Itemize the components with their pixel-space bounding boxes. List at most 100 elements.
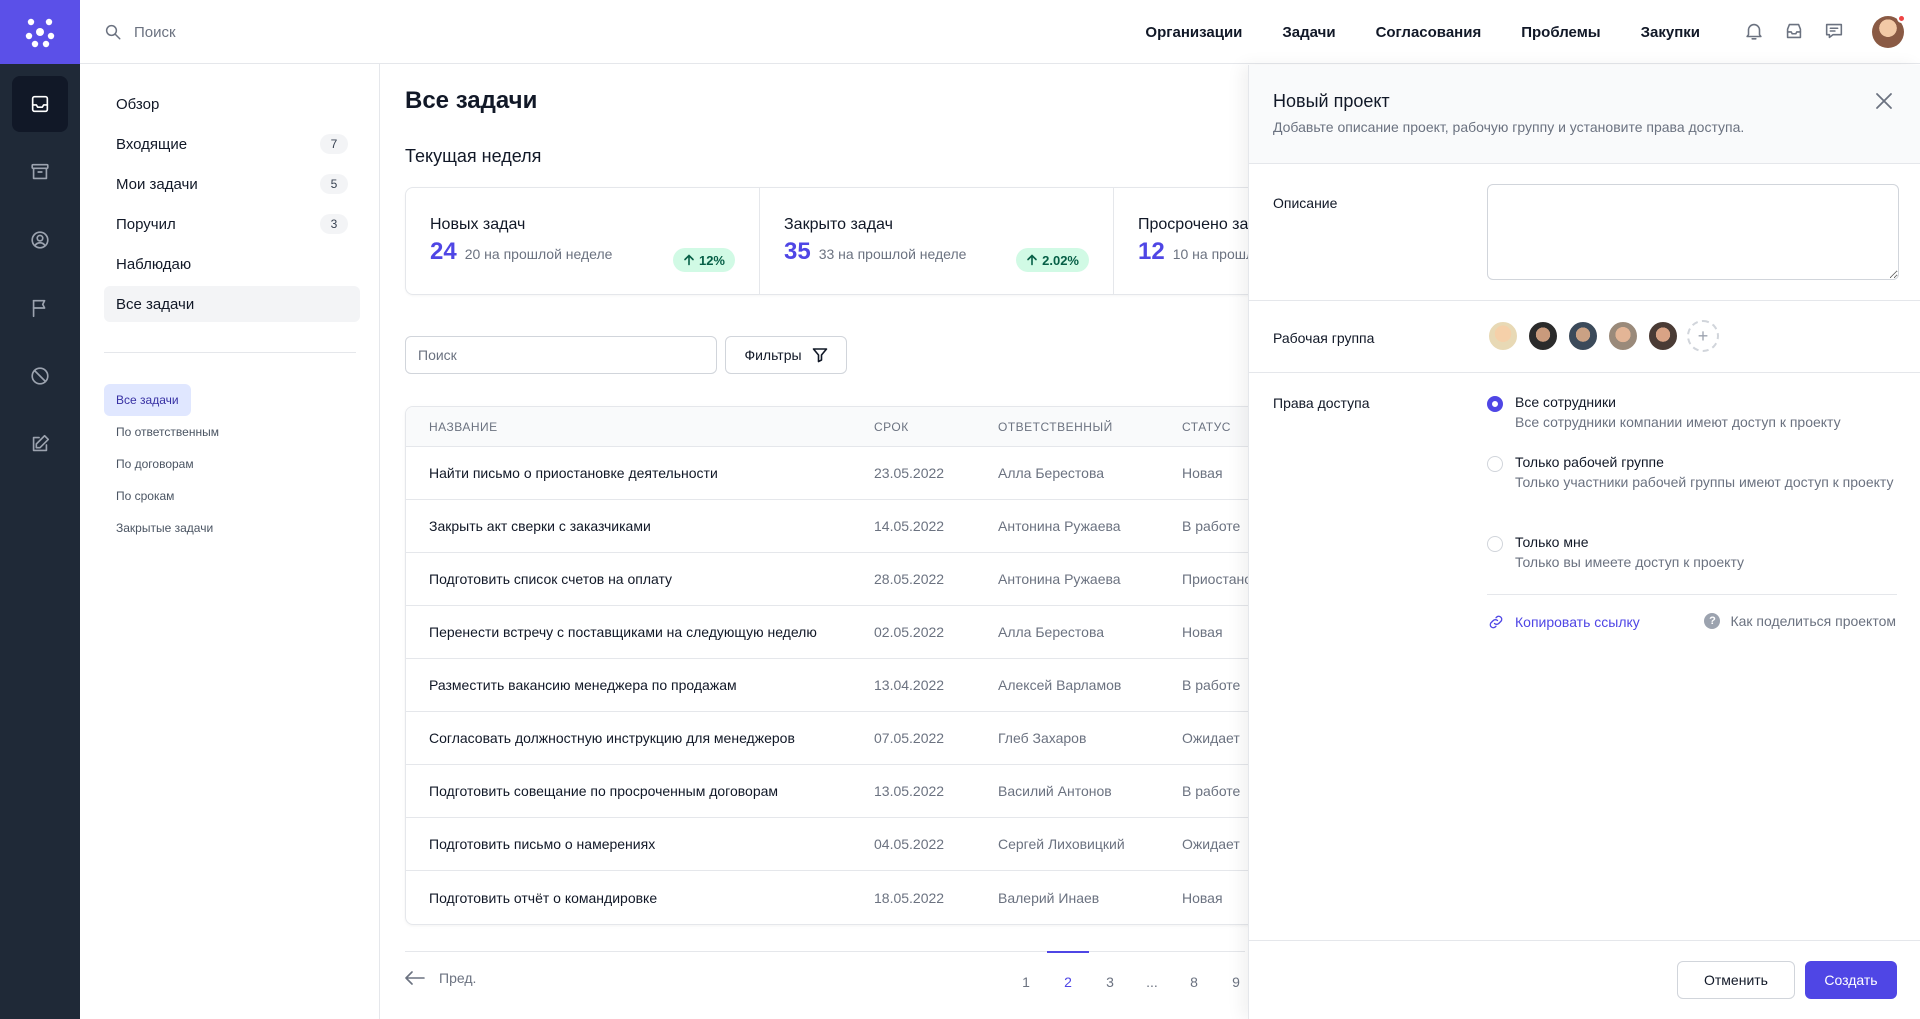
top-icons bbox=[1743, 20, 1845, 42]
question-icon: ? bbox=[1704, 613, 1721, 629]
access-option-me[interactable]: Только мне Только вы имеете доступ к про… bbox=[1487, 534, 1895, 572]
task-deadline: 18.05.2022 bbox=[874, 889, 945, 906]
nav-approvals[interactable]: Согласования bbox=[1376, 24, 1482, 41]
table-row[interactable]: Найти письмо о приостановке деятельности… bbox=[406, 447, 1304, 500]
sidebar-item-label: Мои задачи bbox=[116, 175, 198, 193]
table-row[interactable]: Перенести встречу с поставщиками на след… bbox=[406, 606, 1304, 659]
filter-by-deadline[interactable]: По срокам bbox=[104, 480, 186, 512]
create-button[interactable]: Создать bbox=[1805, 961, 1897, 999]
stats-panel: Новых задач 24 20 на прошлой неделе 12% … bbox=[405, 187, 1305, 295]
filter-by-contracts[interactable]: По договорам bbox=[104, 448, 206, 480]
task-deadline: 14.05.2022 bbox=[874, 518, 945, 534]
stat-change-badge: 2.02% bbox=[1016, 248, 1089, 272]
cancel-button[interactable]: Отменить bbox=[1677, 961, 1795, 999]
sidebar-divider bbox=[104, 352, 356, 353]
inbox-icon bbox=[31, 95, 49, 113]
chat-icon[interactable] bbox=[1823, 20, 1845, 42]
table-row[interactable]: Закрыть акт сверки с заказчиками 14.05.2… bbox=[406, 500, 1304, 553]
column-header-name[interactable]: НАЗВАНИЕ bbox=[406, 420, 874, 434]
filter-all-tasks[interactable]: Все задачи bbox=[104, 384, 191, 416]
table-row[interactable]: Подготовить отчёт о командировке 18.05.2… bbox=[406, 871, 1304, 924]
table-row[interactable]: Подготовить список счетов на оплату 28.0… bbox=[406, 553, 1304, 606]
avatar[interactable] bbox=[1487, 320, 1519, 352]
avatar[interactable] bbox=[1607, 320, 1639, 352]
task-deadline: 13.04.2022 bbox=[874, 677, 945, 693]
copy-link-button[interactable]: Копировать ссылку bbox=[1487, 613, 1640, 631]
sidebar-item-incoming[interactable]: Входящие 7 bbox=[104, 126, 360, 162]
task-deadline: 23.05.2022 bbox=[874, 465, 945, 481]
filter-by-responsible[interactable]: По ответственным bbox=[104, 416, 231, 448]
link-icon bbox=[1489, 615, 1503, 629]
add-member-button[interactable]: + bbox=[1687, 320, 1719, 352]
task-name: Подготовить письмо о намерениях bbox=[429, 836, 656, 852]
rail-archive-button[interactable] bbox=[12, 144, 68, 200]
bell-icon[interactable] bbox=[1743, 20, 1765, 42]
nav-tasks[interactable]: Задачи bbox=[1282, 24, 1335, 41]
page-8[interactable]: 8 bbox=[1173, 952, 1215, 1002]
page-1[interactable]: 1 bbox=[1005, 952, 1047, 1002]
task-name: Согласовать должностную инструкцию для м… bbox=[429, 730, 795, 746]
task-name: Перенести встречу с поставщиками на след… bbox=[429, 624, 817, 640]
task-responsible: Антонина Ружаева bbox=[998, 518, 1121, 534]
task-search-input[interactable] bbox=[405, 336, 717, 374]
sidebar-item-label: Обзор bbox=[116, 95, 160, 113]
radio-unselected[interactable] bbox=[1487, 456, 1503, 472]
nav-organizations[interactable]: Организации bbox=[1145, 24, 1242, 41]
global-search[interactable] bbox=[104, 20, 404, 44]
table-row[interactable]: Подготовить письмо о намерениях 04.05.20… bbox=[406, 818, 1304, 871]
column-header-responsible[interactable]: ОТВЕТСТВЕННЫЙ bbox=[998, 420, 1182, 434]
table-row[interactable]: Разместить вакансию менеджера по продажа… bbox=[406, 659, 1304, 712]
radio-selected[interactable] bbox=[1487, 396, 1503, 412]
nav-purchases[interactable]: Закупки bbox=[1641, 24, 1700, 41]
page-2[interactable]: 2 bbox=[1047, 951, 1089, 1001]
stat-label: Новых задач bbox=[430, 216, 526, 233]
stat-previous: 33 на прошлой неделе bbox=[818, 246, 967, 262]
table-row[interactable]: Согласовать должностную инструкцию для м… bbox=[406, 712, 1304, 765]
share-help-label: Как поделиться проектом bbox=[1730, 613, 1896, 629]
global-search-input[interactable] bbox=[134, 23, 384, 41]
rail-inbox-button[interactable] bbox=[12, 76, 68, 132]
close-panel-button[interactable] bbox=[1872, 89, 1896, 113]
flag-icon bbox=[32, 299, 46, 318]
access-option-all[interactable]: Все сотрудники Все сотрудники компании и… bbox=[1487, 394, 1895, 432]
stat-value: 12 bbox=[1138, 238, 1165, 265]
description-field[interactable] bbox=[1487, 184, 1899, 280]
column-header-deadline[interactable]: СРОК bbox=[874, 420, 998, 434]
sidebar-item-my-tasks[interactable]: Мои задачи 5 bbox=[104, 166, 360, 202]
stat-change-value: 2.02% bbox=[1042, 252, 1079, 268]
sidebar-item-overview[interactable]: Обзор bbox=[104, 86, 360, 122]
app-logo[interactable] bbox=[0, 0, 80, 64]
secondary-sidebar: Обзор Входящие 7 Мои задачи 5 Поручил 3 … bbox=[80, 64, 380, 1019]
task-responsible: Сергей Лиховицкий bbox=[998, 836, 1125, 852]
table-row[interactable]: Подготовить совещание по просроченным до… bbox=[406, 765, 1304, 818]
rail-profile-button[interactable] bbox=[12, 212, 68, 268]
avatar[interactable] bbox=[1567, 320, 1599, 352]
task-name: Закрыть акт сверки с заказчиками bbox=[429, 518, 651, 534]
rail-edit-button[interactable] bbox=[12, 416, 68, 472]
team-members: + bbox=[1487, 320, 1719, 352]
count-badge: 7 bbox=[320, 134, 348, 154]
task-name: Подготовить отчёт о командировке bbox=[429, 889, 658, 906]
inbox-tray-icon[interactable] bbox=[1783, 20, 1805, 42]
share-help-link[interactable]: ? Как поделиться проектом bbox=[1704, 613, 1896, 629]
avatar[interactable] bbox=[1647, 320, 1679, 352]
rail-blocked-button[interactable] bbox=[12, 348, 68, 404]
rail-flag-button[interactable] bbox=[12, 280, 68, 336]
filter-closed-tasks[interactable]: Закрытые задачи bbox=[104, 512, 225, 544]
radio-unselected[interactable] bbox=[1487, 536, 1503, 552]
nav-problems[interactable]: Проблемы bbox=[1521, 24, 1600, 41]
stat-previous: 20 на прошлой неделе bbox=[464, 246, 613, 262]
sidebar-item-watching[interactable]: Наблюдаю bbox=[104, 246, 360, 282]
task-deadline: 02.05.2022 bbox=[874, 624, 945, 640]
access-option-team[interactable]: Только рабочей группе Только участники р… bbox=[1487, 454, 1895, 492]
page-ellipsis: ... bbox=[1146, 974, 1158, 990]
page-3[interactable]: 3 bbox=[1089, 952, 1131, 1002]
sidebar-item-assigned[interactable]: Поручил 3 bbox=[104, 206, 360, 242]
avatar[interactable] bbox=[1527, 320, 1559, 352]
sidebar-item-label: Наблюдаю bbox=[116, 255, 192, 273]
sidebar-item-all-tasks[interactable]: Все задачи bbox=[104, 286, 360, 322]
arrow-up-icon bbox=[1027, 254, 1037, 266]
task-responsible: Валерий Инаев bbox=[998, 889, 1100, 906]
filters-button[interactable]: Фильтры bbox=[725, 336, 847, 374]
prev-page-button[interactable]: Пред. bbox=[405, 970, 476, 986]
